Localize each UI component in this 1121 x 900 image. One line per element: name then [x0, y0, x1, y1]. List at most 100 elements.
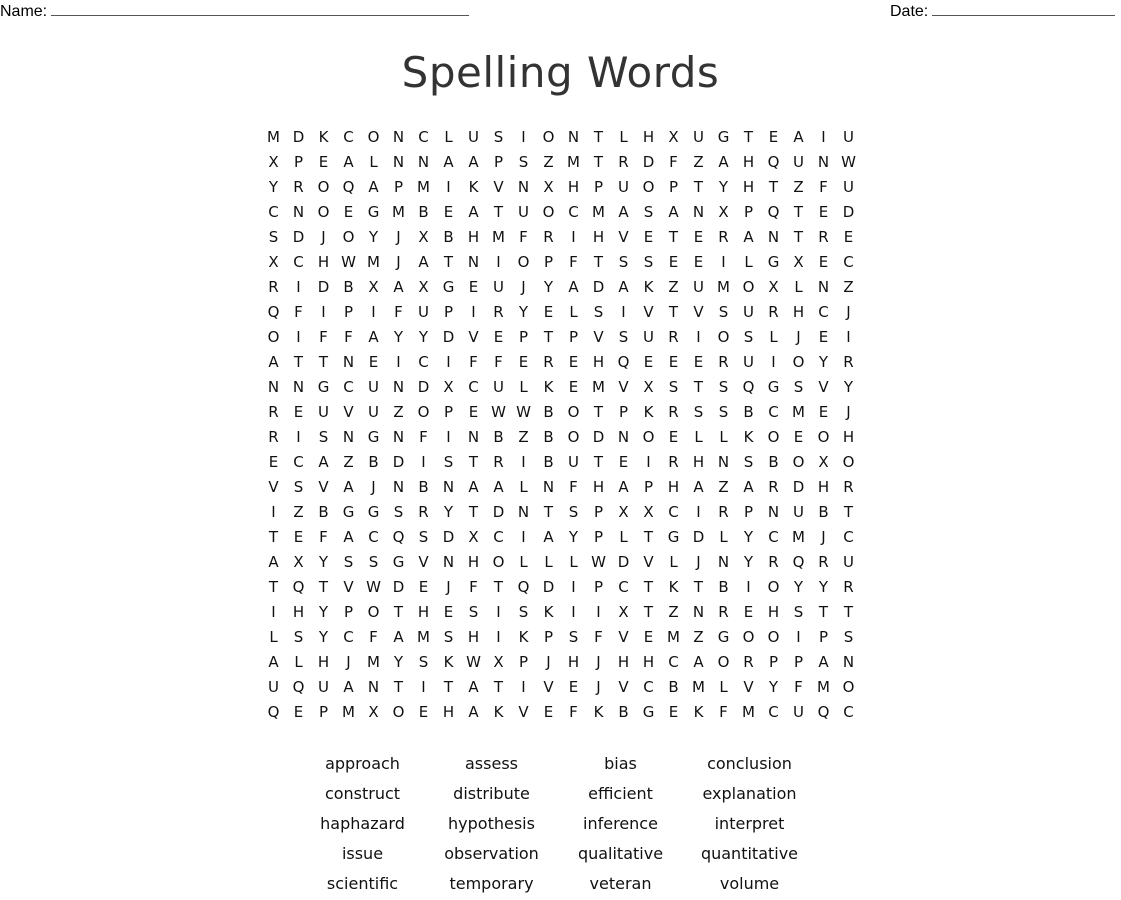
grid-letter[interactable]: E [411, 575, 436, 600]
grid-letter[interactable]: F [661, 150, 686, 175]
grid-letter[interactable]: Q [761, 200, 786, 225]
grid-letter[interactable]: D [436, 325, 461, 350]
grid-letter[interactable]: S [386, 500, 411, 525]
grid-letter[interactable]: T [436, 675, 461, 700]
grid-letter[interactable]: R [761, 475, 786, 500]
grid-letter[interactable]: F [486, 350, 511, 375]
grid-letter[interactable]: C [561, 200, 586, 225]
grid-letter[interactable]: H [561, 175, 586, 200]
grid-letter[interactable]: L [761, 325, 786, 350]
grid-letter[interactable]: I [411, 450, 436, 475]
grid-letter[interactable]: A [461, 150, 486, 175]
grid-letter[interactable]: E [511, 350, 536, 375]
grid-letter[interactable]: B [611, 700, 636, 725]
grid-letter[interactable]: I [386, 350, 411, 375]
grid-letter[interactable]: X [361, 700, 386, 725]
grid-letter[interactable]: J [311, 225, 336, 250]
grid-letter[interactable]: L [661, 550, 686, 575]
grid-letter[interactable]: L [561, 550, 586, 575]
grid-letter[interactable]: B [711, 575, 736, 600]
grid-letter[interactable]: E [536, 300, 561, 325]
grid-letter[interactable]: J [586, 650, 611, 675]
grid-letter[interactable]: A [311, 450, 336, 475]
grid-letter[interactable]: H [686, 450, 711, 475]
grid-letter[interactable]: V [736, 675, 761, 700]
grid-letter[interactable]: X [261, 250, 286, 275]
grid-letter[interactable]: T [586, 150, 611, 175]
grid-letter[interactable]: C [836, 250, 861, 275]
grid-letter[interactable]: I [511, 450, 536, 475]
grid-letter[interactable]: E [811, 325, 836, 350]
grid-letter[interactable]: R [261, 425, 286, 450]
grid-letter[interactable]: R [286, 175, 311, 200]
name-blank-line[interactable] [51, 3, 470, 16]
grid-letter[interactable]: T [311, 575, 336, 600]
date-blank-line[interactable] [932, 3, 1116, 16]
grid-letter[interactable]: V [636, 300, 661, 325]
grid-letter[interactable]: R [611, 150, 636, 175]
grid-letter[interactable]: U [836, 550, 861, 575]
grid-letter[interactable]: U [786, 150, 811, 175]
grid-letter[interactable]: E [461, 400, 486, 425]
grid-letter[interactable]: F [461, 575, 486, 600]
grid-letter[interactable]: T [686, 375, 711, 400]
grid-letter[interactable]: N [761, 225, 786, 250]
grid-letter[interactable]: G [761, 375, 786, 400]
grid-letter[interactable]: S [611, 325, 636, 350]
grid-letter[interactable]: I [361, 300, 386, 325]
grid-letter[interactable]: Y [836, 375, 861, 400]
grid-letter[interactable]: E [286, 400, 311, 425]
grid-letter[interactable]: Y [311, 550, 336, 575]
grid-letter[interactable]: O [361, 125, 386, 150]
grid-letter[interactable]: M [786, 400, 811, 425]
grid-letter[interactable]: X [711, 200, 736, 225]
grid-letter[interactable]: O [636, 425, 661, 450]
grid-letter[interactable]: S [336, 550, 361, 575]
grid-letter[interactable]: F [361, 625, 386, 650]
grid-letter[interactable]: E [561, 375, 586, 400]
grid-letter[interactable]: U [786, 500, 811, 525]
grid-letter[interactable]: Y [436, 500, 461, 525]
grid-letter[interactable]: Y [711, 175, 736, 200]
grid-letter[interactable]: S [511, 150, 536, 175]
grid-letter[interactable]: D [836, 200, 861, 225]
grid-letter[interactable]: Y [411, 325, 436, 350]
grid-letter[interactable]: Q [286, 675, 311, 700]
grid-letter[interactable]: T [536, 500, 561, 525]
grid-letter[interactable]: J [536, 650, 561, 675]
grid-letter[interactable]: A [436, 150, 461, 175]
grid-letter[interactable]: C [286, 250, 311, 275]
grid-letter[interactable]: I [611, 300, 636, 325]
grid-letter[interactable]: V [336, 400, 361, 425]
grid-letter[interactable]: X [786, 250, 811, 275]
grid-letter[interactable]: T [486, 675, 511, 700]
grid-letter[interactable]: H [311, 250, 336, 275]
grid-letter[interactable]: T [586, 250, 611, 275]
grid-letter[interactable]: K [536, 600, 561, 625]
grid-letter[interactable]: N [361, 675, 386, 700]
grid-letter[interactable]: R [711, 225, 736, 250]
grid-letter[interactable]: F [711, 700, 736, 725]
grid-letter[interactable]: N [336, 350, 361, 375]
grid-letter[interactable]: I [486, 250, 511, 275]
grid-letter[interactable]: H [611, 650, 636, 675]
grid-letter[interactable]: M [811, 675, 836, 700]
grid-letter[interactable]: W [361, 575, 386, 600]
grid-letter[interactable]: E [436, 200, 461, 225]
grid-letter[interactable]: S [636, 200, 661, 225]
grid-letter[interactable]: P [586, 500, 611, 525]
grid-letter[interactable]: W [461, 650, 486, 675]
grid-letter[interactable]: T [586, 125, 611, 150]
grid-letter[interactable]: U [361, 400, 386, 425]
grid-letter[interactable]: E [461, 275, 486, 300]
grid-letter[interactable]: C [636, 675, 661, 700]
grid-letter[interactable]: U [486, 375, 511, 400]
grid-letter[interactable]: C [836, 700, 861, 725]
grid-letter[interactable]: Y [736, 525, 761, 550]
grid-letter[interactable]: X [461, 525, 486, 550]
grid-letter[interactable]: D [386, 575, 411, 600]
grid-letter[interactable]: A [361, 175, 386, 200]
grid-letter[interactable]: H [736, 150, 761, 175]
grid-letter[interactable]: A [411, 250, 436, 275]
grid-letter[interactable]: R [811, 550, 836, 575]
